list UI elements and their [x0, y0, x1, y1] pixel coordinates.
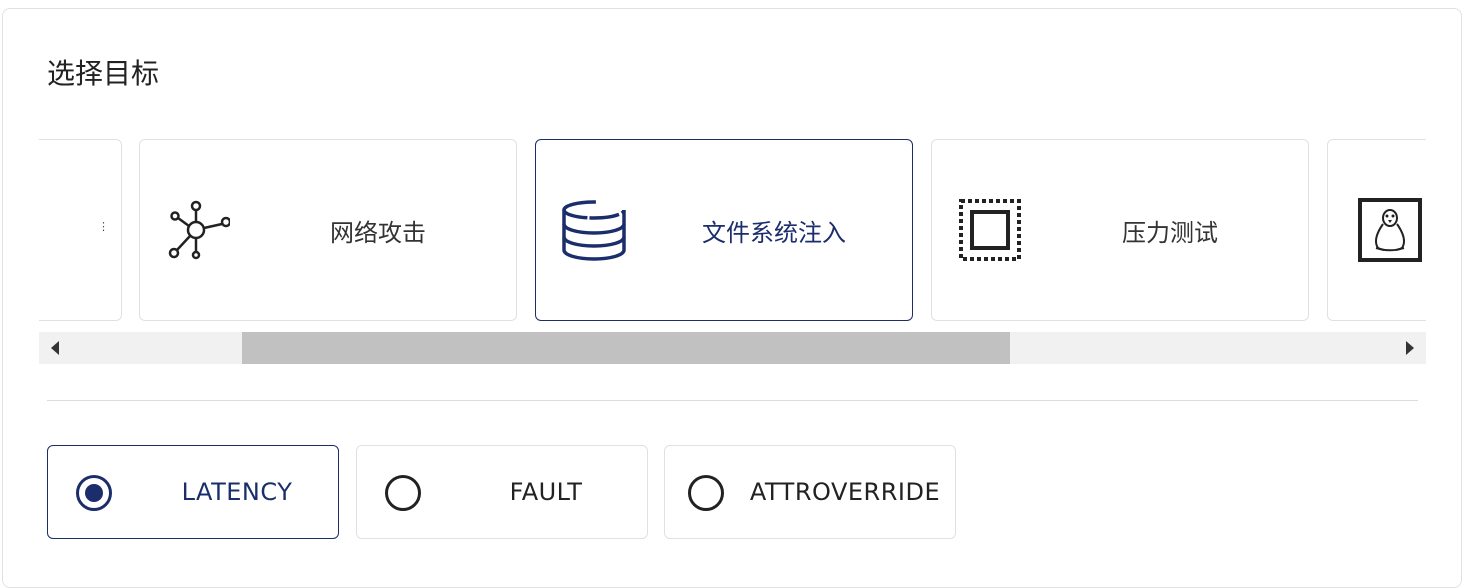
target-card-label: 压力测试: [1122, 218, 1218, 247]
partial-text-icon: ⋮: [98, 220, 109, 233]
triangle-left-icon: [51, 341, 59, 355]
radio-option-attroverride[interactable]: ATTROVERRIDE: [664, 445, 956, 539]
section-divider: [47, 400, 1418, 401]
radio-option-latency[interactable]: LATENCY: [47, 445, 339, 539]
target-card-network-attack[interactable]: 网络攻击: [139, 139, 517, 321]
network-hub-icon: [168, 200, 230, 260]
dotted-square-icon: [959, 199, 1021, 261]
scroll-left-button[interactable]: [39, 332, 71, 364]
target-card-clipped-right[interactable]: [1327, 139, 1426, 321]
section-title: 选择目标: [47, 57, 160, 90]
radio-label: FAULT: [509, 478, 583, 506]
radio-option-fault[interactable]: FAULT: [356, 445, 648, 539]
target-card-clipped-left[interactable]: ⋮: [39, 139, 122, 321]
scroll-right-button[interactable]: [1394, 332, 1426, 364]
horizontal-scrollbar[interactable]: [39, 332, 1426, 364]
radio-unchecked-icon: [385, 475, 421, 511]
radio-unchecked-icon: [688, 475, 724, 511]
scroll-thumb[interactable]: [242, 332, 1010, 364]
radio-label: LATENCY: [181, 478, 293, 506]
database-icon: [562, 200, 626, 261]
target-card-label: 文件系统注入: [702, 218, 846, 247]
target-card-stress-test[interactable]: 压力测试: [931, 139, 1309, 321]
radio-checked-icon: [76, 475, 112, 511]
target-card-strip: ⋮ 网络攻击 文件系统注入 压力测试: [39, 139, 1426, 324]
target-card-label: 网络攻击: [330, 218, 426, 247]
triangle-right-icon: [1406, 341, 1414, 355]
linux-penguin-icon: [1358, 198, 1422, 262]
target-card-filesystem-injection[interactable]: 文件系统注入: [535, 139, 913, 321]
radio-label: ATTROVERRIDE: [749, 478, 941, 506]
